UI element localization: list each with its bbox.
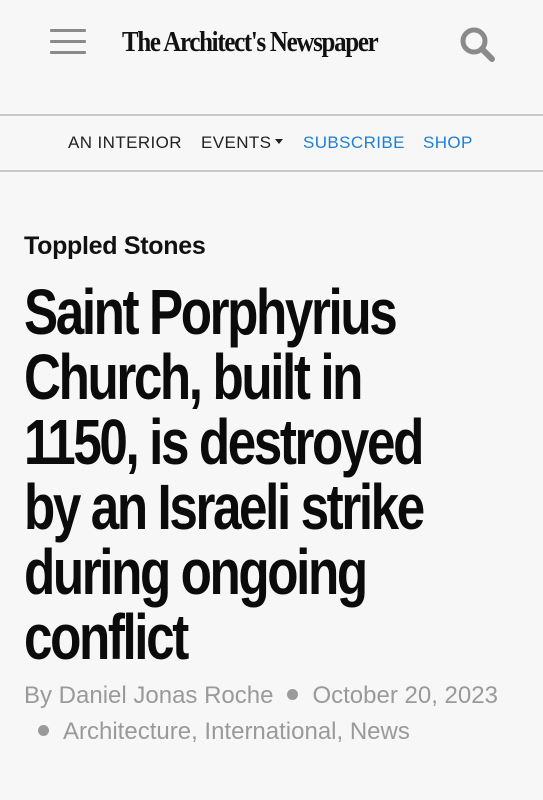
category-separator: , xyxy=(336,718,344,745)
category-link-news[interactable]: News xyxy=(350,718,410,745)
nav-item-subscribe[interactable]: SUBSCRIBE xyxy=(303,133,405,153)
article-meta: By Daniel Jonas Roche October 20, 2023 Arc… xyxy=(24,678,524,750)
article-kicker[interactable]: Toppled Stones xyxy=(24,230,206,262)
caret-down-icon xyxy=(275,139,284,145)
article-headline: Saint Porphyrius Church, built in 1150, … xyxy=(24,276,425,673)
separator-dot-icon xyxy=(287,689,299,701)
top-nav: AN INTERIOR EVENTS SUBSCRIBE SHOP xyxy=(0,116,543,170)
category-link-international[interactable]: International xyxy=(204,718,336,745)
category-link-architecture[interactable]: Architecture xyxy=(63,718,191,745)
nav-divider xyxy=(0,170,543,172)
menu-bar xyxy=(50,29,86,32)
nav-item-events-label: EVENTS xyxy=(201,133,272,152)
hamburger-menu-button[interactable] xyxy=(50,26,86,56)
publish-date: October 20, 2023 xyxy=(312,682,498,709)
author-link[interactable]: By Daniel Jonas Roche xyxy=(24,682,273,709)
menu-bar xyxy=(50,40,86,43)
nav-item-shop[interactable]: SHOP xyxy=(423,133,473,153)
search-button[interactable] xyxy=(458,24,498,64)
category-separator: , xyxy=(191,718,198,745)
nav-item-events[interactable]: EVENTS xyxy=(201,133,284,153)
menu-bar xyxy=(50,51,86,54)
site-header: The Architect's Newspaper xyxy=(0,0,543,114)
nav-item-an-interior[interactable]: AN INTERIOR xyxy=(68,133,182,153)
search-icon xyxy=(460,27,495,62)
separator-dot-icon xyxy=(38,725,49,737)
site-logo[interactable]: The Architect's Newspaper xyxy=(122,22,389,62)
